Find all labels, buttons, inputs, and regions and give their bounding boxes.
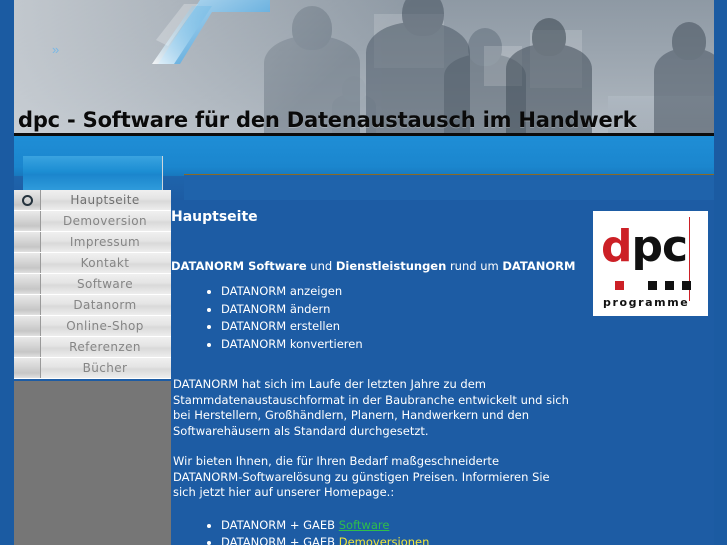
logo-square-black <box>665 281 674 290</box>
blue-band-lower <box>184 175 714 200</box>
frame-border-right <box>714 0 727 545</box>
paragraph-offer: Wir bieten Ihnen, die für Ihren Bedarf m… <box>173 454 550 499</box>
sidebar-item-label: Referenzen <box>69 340 141 354</box>
list-item: DATANORM erstellen <box>207 318 704 336</box>
sidebar-item-online-shop[interactable]: Online-Shop <box>14 316 171 337</box>
marker-gutter <box>14 358 41 378</box>
sidebar-item-buecher[interactable]: Bücher <box>14 358 171 379</box>
active-marker-gutter <box>14 190 41 210</box>
logo-square-black <box>648 281 657 290</box>
lead-part-3: Dienstleistungen <box>335 259 447 273</box>
active-circle-icon <box>21 194 33 206</box>
product-link-list: DATANORM + GAEB Software DATANORM + GAEB… <box>171 517 704 545</box>
logo-square-red <box>615 281 624 290</box>
lead-part-5: DATANORM <box>502 259 576 273</box>
marker-gutter <box>14 274 41 294</box>
sidebar-item-kontakt[interactable]: Kontakt <box>14 253 171 274</box>
logo-wordmark: dpc <box>601 225 688 269</box>
logo-letters-pc: pc <box>631 221 689 272</box>
marker-gutter <box>14 337 41 357</box>
link-prefix: DATANORM + GAEB <box>221 535 339 545</box>
sidebar-item-label: Datanorm <box>73 298 137 312</box>
logo-square-black <box>682 281 691 290</box>
sidebar-header-box <box>23 156 163 191</box>
sidebar-item-referenzen[interactable]: Referenzen <box>14 337 171 358</box>
marker-gutter <box>14 316 41 336</box>
marker-gutter <box>14 232 41 252</box>
sidebar-filler <box>14 381 171 545</box>
link-software[interactable]: Software <box>339 518 390 532</box>
sidebar-item-label: Online-Shop <box>66 319 144 333</box>
sidebar-item-label: Demoversion <box>62 214 147 228</box>
list-item: DATANORM konvertieren <box>207 336 704 354</box>
sidebar-item-hauptseite[interactable]: Hauptseite <box>14 190 171 211</box>
list-item: DATANORM + GAEB Demoversionen <box>207 534 704 545</box>
gold-divider <box>184 174 714 175</box>
logo-tagline: programme <box>603 296 690 309</box>
sidebar-item-label: Hauptseite <box>70 193 140 207</box>
sidebar-item-label: Software <box>76 277 134 291</box>
double-chevron-right-icon: » <box>52 42 60 57</box>
dpc-logo: dpc programme <box>593 211 708 316</box>
frame-border-left <box>0 0 14 545</box>
page-root: dpc - Software für den Datenaustausch im… <box>0 0 727 545</box>
site-title: dpc - Software für den Datenaustausch im… <box>18 108 637 132</box>
sidebar-item-label: Impressum <box>69 235 141 249</box>
link-prefix: DATANORM + GAEB <box>221 517 339 532</box>
marker-gutter <box>14 211 41 231</box>
site-title-bar: dpc - Software für den Datenaustausch im… <box>14 104 714 136</box>
sidebar-item-impressum[interactable]: Impressum <box>14 232 171 253</box>
lead-part-4: rund um <box>446 259 503 273</box>
lead-part-1: DATANORM Software <box>171 259 307 273</box>
sidebar-item-demoversion[interactable]: Demoversion <box>14 211 171 232</box>
sidebar-item-label: Bücher <box>82 361 128 375</box>
marker-gutter <box>14 253 41 273</box>
logo-letter-d: d <box>601 221 632 272</box>
sidebar-item-datanorm[interactable]: Datanorm <box>14 295 171 316</box>
paragraph-intro: DATANORM hat sich im Laufe der letzten J… <box>173 377 569 438</box>
sidebar-item-software[interactable]: Software <box>14 274 171 295</box>
sidebar-navigation: Hauptseite Demoversion Impressum Kontakt… <box>14 190 171 379</box>
link-demoversionen[interactable]: Demoversionen <box>339 535 430 545</box>
list-item: DATANORM + GAEB Software <box>207 517 704 535</box>
swoosh-graphic <box>140 0 270 64</box>
marker-gutter <box>14 295 41 315</box>
sidebar-item-label: Kontakt <box>80 256 130 270</box>
title-underline <box>14 133 714 136</box>
lead-part-2: und <box>306 259 336 273</box>
